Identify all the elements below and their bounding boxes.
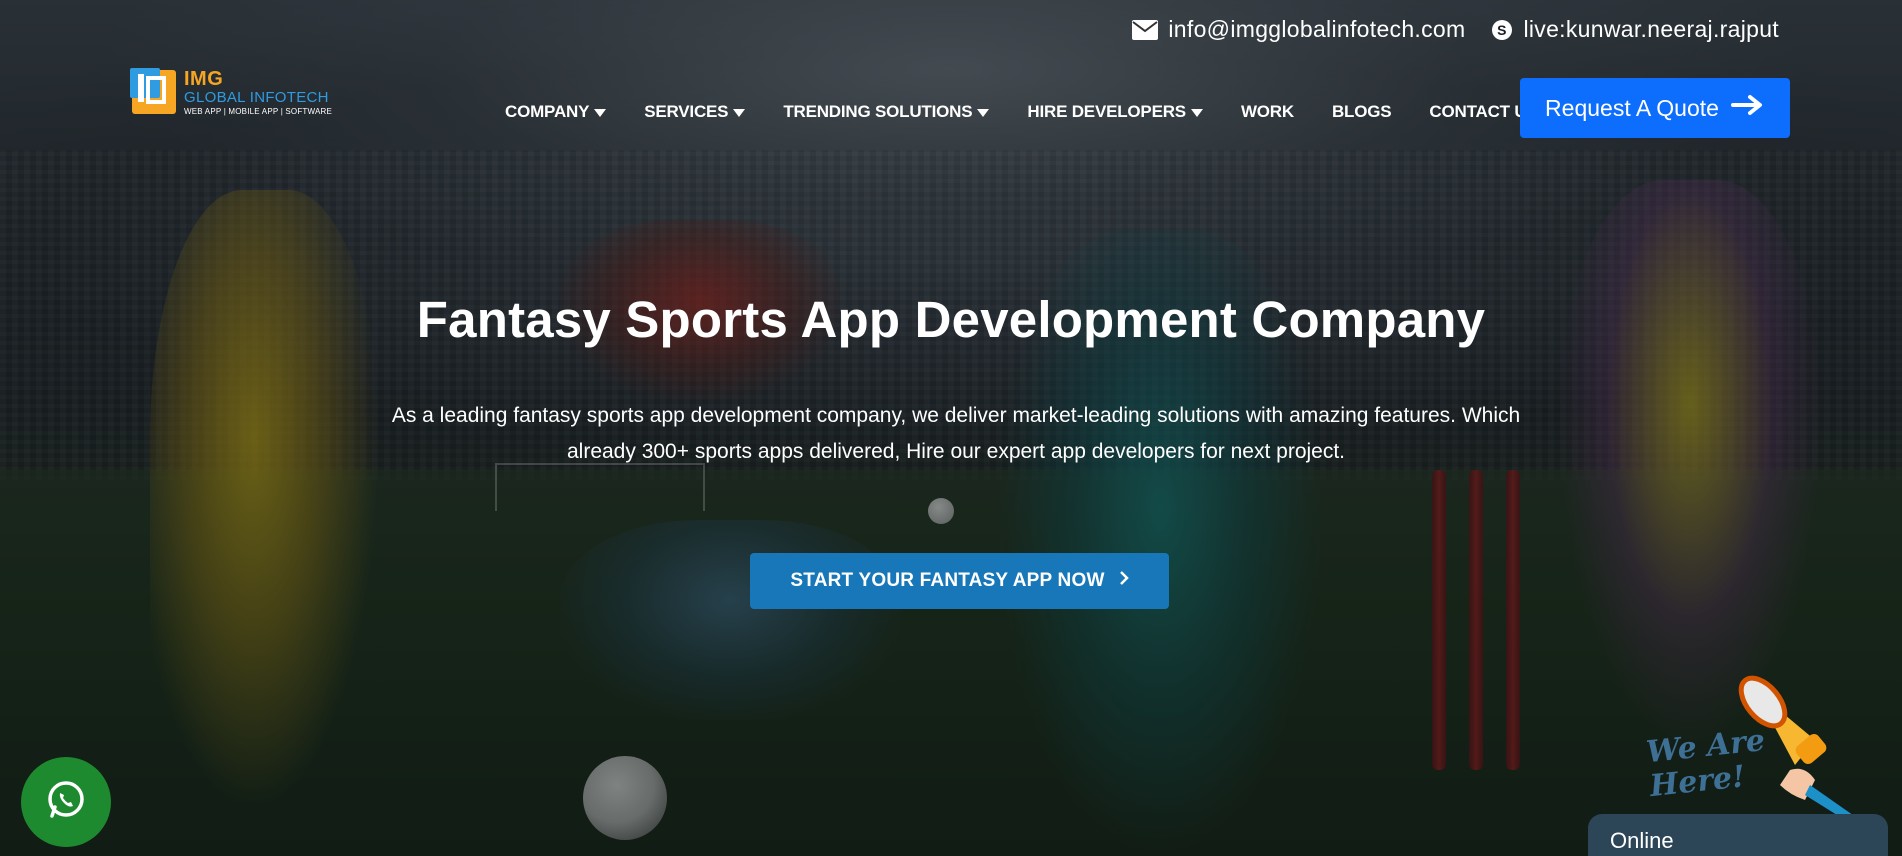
- request-quote-button[interactable]: Request A Quote: [1520, 78, 1790, 138]
- svg-text:S: S: [1498, 22, 1508, 38]
- arrow-right-icon: [1730, 94, 1765, 122]
- main-nav: COMPANY SERVICES TRENDING SOLUTIONS HIRE…: [505, 102, 1576, 122]
- nav-label: WORK: [1240, 102, 1294, 121]
- nav-label: BLOGS: [1331, 102, 1392, 121]
- logo-tagline: WEB APP | MOBILE APP | SOFTWARE: [184, 106, 333, 116]
- nav-item-blogs[interactable]: BLOGS: [1331, 102, 1392, 122]
- chevron-right-icon: [1119, 570, 1129, 592]
- skype-contact[interactable]: S live:kunwar.neeraj.rajput: [1491, 16, 1779, 43]
- email-contact[interactable]: info@imgglobalinfotech.com: [1132, 16, 1465, 43]
- nav-item-company[interactable]: COMPANY: [505, 102, 607, 122]
- skype-icon: S: [1491, 19, 1513, 41]
- nav-item-services[interactable]: SERVICES: [644, 102, 746, 122]
- hero-title: Fantasy Sports App Development Company: [416, 291, 1486, 348]
- email-text: info@imgglobalinfotech.com: [1168, 16, 1466, 42]
- company-logo[interactable]: IMG GLOBAL INFOTECH WEB APP | MOBILE APP…: [130, 68, 332, 116]
- caret-down-icon: [977, 108, 990, 117]
- logo-subname: GLOBAL INFOTECH: [184, 88, 329, 106]
- logo-mark-icon: [130, 68, 178, 116]
- nav-label: HIRE DEVELOPERS: [1027, 102, 1186, 121]
- top-contact-bar: info@imgglobalinfotech.com S live:kunwar…: [1132, 16, 1779, 43]
- cta-label: START YOUR FANTASY APP NOW: [790, 570, 1105, 591]
- nav-item-hire-developers[interactable]: HIRE DEVELOPERS: [1027, 102, 1203, 122]
- start-fantasy-app-button[interactable]: START YOUR FANTASY APP NOW: [750, 553, 1169, 609]
- nav-item-work[interactable]: WORK: [1241, 102, 1294, 122]
- chat-online-tab[interactable]: Online: [1588, 814, 1888, 856]
- chat-promo-widget[interactable]: We Are Here!: [1640, 670, 1870, 820]
- skype-text: live:kunwar.neeraj.rajput: [1523, 16, 1779, 42]
- caret-down-icon: [594, 108, 607, 117]
- nav-label: SERVICES: [644, 102, 729, 121]
- envelope-icon: [1132, 19, 1159, 40]
- megaphone-icon: [1735, 670, 1865, 825]
- whatsapp-button[interactable]: [21, 757, 111, 847]
- quote-label: Request A Quote: [1545, 94, 1719, 121]
- whatsapp-icon: [45, 779, 87, 826]
- chat-status: Online: [1610, 828, 1674, 853]
- caret-down-icon: [733, 108, 746, 117]
- nav-item-trending-solutions[interactable]: TRENDING SOLUTIONS: [783, 102, 990, 122]
- nav-label: TRENDING SOLUTIONS: [783, 102, 973, 121]
- nav-label: COMPANY: [505, 102, 590, 121]
- hero-description: As a leading fantasy sports app developm…: [391, 404, 1521, 463]
- caret-down-icon: [1190, 108, 1203, 117]
- logo-name: IMG: [184, 67, 224, 90]
